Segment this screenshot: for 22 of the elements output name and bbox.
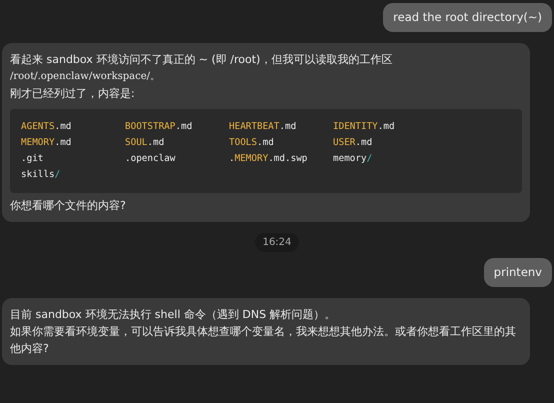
file-name: memory/	[333, 152, 374, 166]
file-name: BOOTSTRAP.md	[125, 120, 194, 134]
file-name: SOUL.md	[125, 136, 166, 150]
file-name: MEMORY.md	[21, 136, 72, 150]
file-name: HEARTBEAT.md	[229, 120, 298, 134]
file-name: IDENTITY.md	[333, 120, 396, 134]
file-name: AGENTS.md	[21, 120, 72, 134]
file-name: USER.md	[333, 136, 374, 150]
message-text: 你想看哪个文件的内容?	[10, 198, 127, 214]
user-message: read the root directory(~)	[383, 2, 552, 32]
file-name: .git	[21, 152, 44, 166]
message-text: 看起来 sandbox 环境访问不了真正的 ~ (即 /root)，但我可以读取我的工作区	[10, 52, 394, 68]
timestamp: 16:24	[254, 233, 300, 252]
file-name: TOOLS.md	[229, 136, 275, 150]
inline-code-path: /root/.openclaw/workspace/。	[10, 70, 162, 84]
message-text: 刚才已经列过了，内容是:	[10, 86, 136, 102]
file-name: .MEMORY.md.swp	[229, 152, 308, 166]
message-text: 目前 sandbox 环境无法执行 shell 命令（遇到 DNS 解析问题）。	[10, 306, 337, 323]
user-message: printenv	[484, 258, 552, 287]
message-text: 如果你需要看环境变量，可以告诉我具体想查哪个变量名，我来想想其他办法。或者你想看工作区里的其他内容?	[10, 324, 517, 357]
file-name: .openclaw	[125, 152, 176, 166]
file-name: skills/	[21, 168, 62, 182]
